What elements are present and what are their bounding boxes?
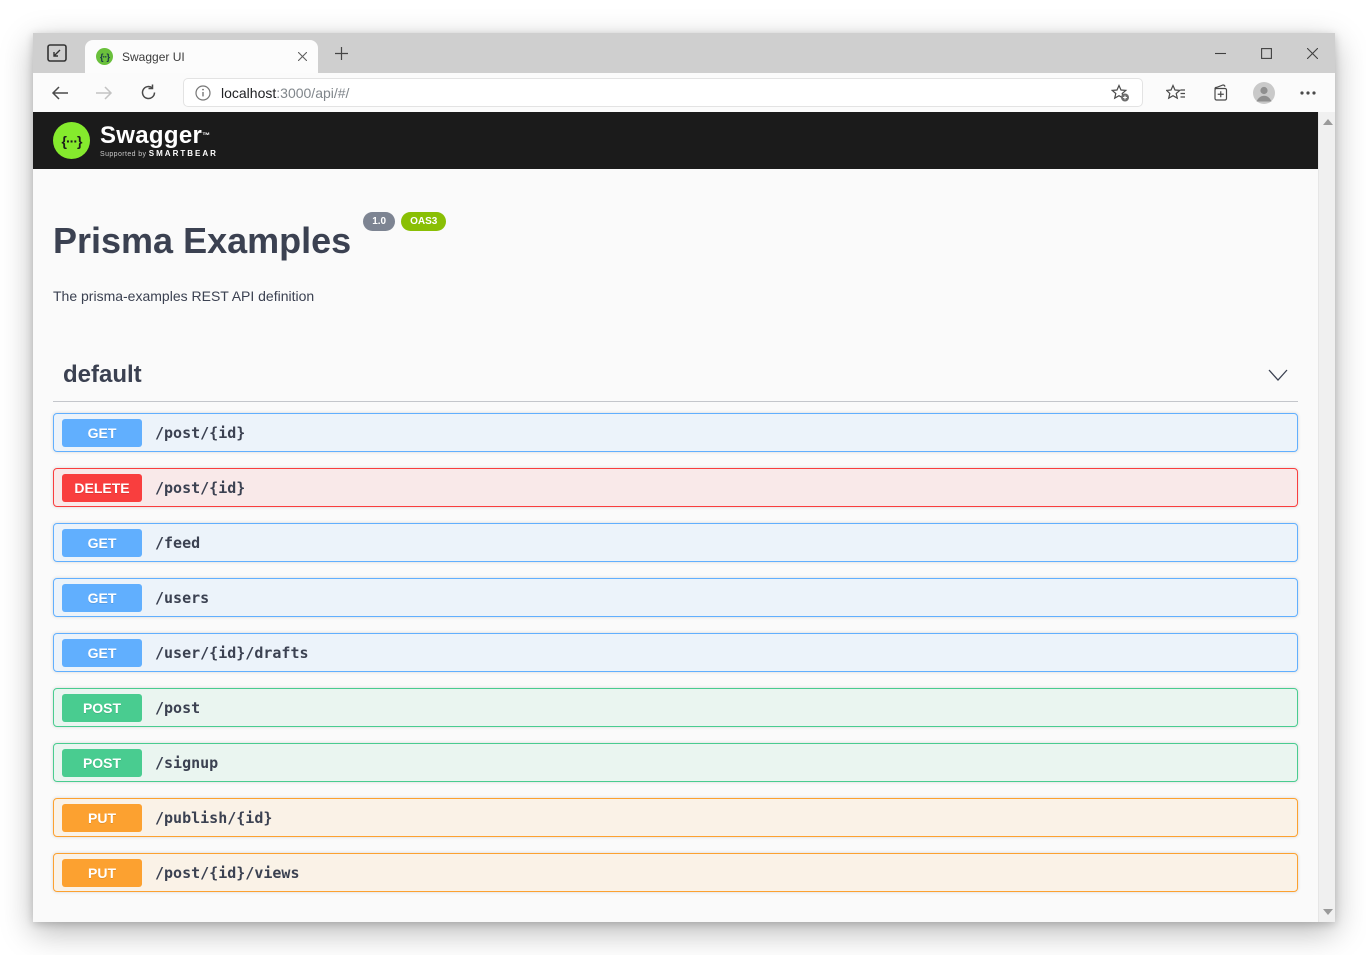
page-title: Prisma Examples: [53, 220, 351, 261]
scroll-down-icon[interactable]: [1323, 909, 1333, 915]
endpoint-path: /publish/{id}: [155, 809, 272, 827]
close-window-button[interactable]: [1289, 33, 1335, 73]
method-badge: GET: [62, 419, 142, 447]
method-badge: PUT: [62, 804, 142, 832]
tab-close-icon[interactable]: [294, 49, 310, 65]
back-icon[interactable]: [45, 78, 75, 108]
settings-menu-icon[interactable]: [1293, 78, 1323, 108]
swagger-logo-icon: {···}: [53, 122, 90, 159]
endpoint-row[interactable]: GET /feed: [53, 523, 1298, 562]
smartbear-credit: Supported by SMARTBEAR: [100, 149, 218, 158]
endpoint-path: /user/{id}/drafts: [155, 644, 309, 662]
content-wrapper: Prisma Examples1.0OAS3 The prisma-exampl…: [33, 220, 1318, 892]
method-badge: DELETE: [62, 474, 142, 502]
new-tab-button[interactable]: [330, 42, 352, 64]
smartbear-wordmark: SMARTBEAR: [149, 149, 218, 158]
section-header-default[interactable]: default: [53, 361, 1298, 402]
window-controls: [1197, 33, 1335, 73]
endpoint-row[interactable]: PUT /publish/{id}: [53, 798, 1298, 837]
trademark-symbol: ™: [202, 131, 210, 140]
endpoint-row[interactable]: PUT /post/{id}/views: [53, 853, 1298, 892]
swagger-favicon-icon: {··}: [96, 48, 113, 65]
tab-title: Swagger UI: [122, 50, 294, 64]
endpoint-path: /post: [155, 699, 200, 717]
method-badge: GET: [62, 639, 142, 667]
browser-tab[interactable]: {··} Swagger UI: [85, 40, 318, 73]
profile-avatar[interactable]: [1249, 78, 1279, 108]
endpoint-path: /users: [155, 589, 209, 607]
endpoint-row[interactable]: POST /signup: [53, 743, 1298, 782]
forward-icon: [89, 78, 119, 108]
endpoint-row[interactable]: POST /post: [53, 688, 1298, 727]
api-description: The prisma-examples REST API definition: [53, 288, 1298, 304]
minimize-button[interactable]: [1197, 33, 1243, 73]
scroll-up-icon[interactable]: [1323, 119, 1333, 125]
page-viewport: {···} Swagger™ Supported by SMARTBEAR Pr…: [33, 112, 1335, 922]
method-badge: GET: [62, 584, 142, 612]
maximize-button[interactable]: [1243, 33, 1289, 73]
endpoint-path: /post/{id}/views: [155, 864, 300, 882]
swagger-page: {···} Swagger™ Supported by SMARTBEAR Pr…: [33, 112, 1318, 922]
endpoint-row[interactable]: GET /users: [53, 578, 1298, 617]
add-favorite-star-icon[interactable]: [1105, 78, 1135, 108]
collections-icon[interactable]: [1205, 78, 1235, 108]
browser-window: {··} Swagger UI: [33, 33, 1335, 922]
endpoint-path: /signup: [155, 754, 218, 772]
method-badge: POST: [62, 694, 142, 722]
endpoint-path: /post/{id}: [155, 479, 245, 497]
url-path: :3000/api/#/: [276, 85, 349, 101]
address-bar[interactable]: localhost:3000/api/#/: [183, 78, 1143, 107]
browser-toolbar: localhost:3000/api/#/: [33, 73, 1335, 112]
endpoint-row[interactable]: GET /user/{id}/drafts: [53, 633, 1298, 672]
favorites-icon[interactable]: [1161, 78, 1191, 108]
endpoint-list: GET /post/{id} DELETE /post/{id} GET /fe…: [53, 413, 1298, 892]
swagger-topbar: {···} Swagger™ Supported by SMARTBEAR: [33, 112, 1318, 169]
url-text[interactable]: localhost:3000/api/#/: [221, 85, 1105, 101]
version-badge: 1.0: [363, 212, 395, 231]
section-label: default: [63, 361, 142, 389]
oas3-badge: OAS3: [401, 212, 446, 231]
method-badge: POST: [62, 749, 142, 777]
endpoint-path: /feed: [155, 534, 200, 552]
tab-actions-menu-icon[interactable]: [47, 44, 69, 63]
tab-strip: {··} Swagger UI: [33, 33, 1335, 73]
api-info: Prisma Examples1.0OAS3 The prisma-exampl…: [53, 220, 1298, 304]
endpoint-row[interactable]: GET /post/{id}: [53, 413, 1298, 452]
refresh-icon[interactable]: [133, 78, 163, 108]
method-badge: PUT: [62, 859, 142, 887]
chevron-down-icon[interactable]: [1268, 369, 1288, 381]
vertical-scrollbar[interactable]: [1318, 112, 1335, 922]
endpoint-path: /post/{id}: [155, 424, 245, 442]
site-info-icon[interactable]: [195, 85, 211, 101]
endpoint-row[interactable]: DELETE /post/{id}: [53, 468, 1298, 507]
method-badge: GET: [62, 529, 142, 557]
swagger-brand-text: Swagger™: [100, 124, 218, 148]
url-host: localhost: [221, 85, 276, 101]
